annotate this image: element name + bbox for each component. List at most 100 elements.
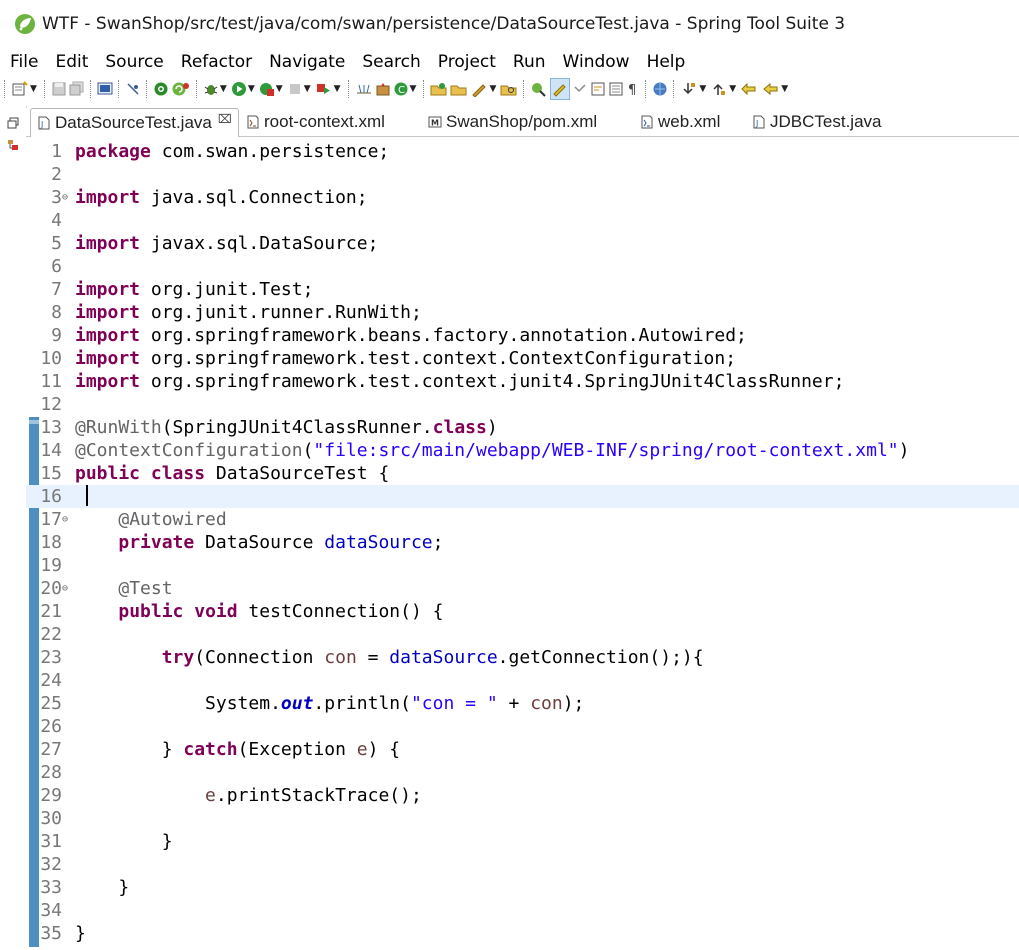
code-line[interactable]: 24 xyxy=(26,669,1019,692)
launch-dropdown-icon[interactable]: ▼ xyxy=(489,84,496,94)
code-line[interactable]: 1 package com.swan.persistence; xyxy=(26,140,1019,163)
code-line[interactable]: 31 } xyxy=(26,830,1019,853)
code-line[interactable]: 16 xyxy=(26,485,1019,508)
menu-window[interactable]: Window xyxy=(553,52,637,72)
back-dropdown-icon[interactable]: ▼ xyxy=(781,84,788,94)
fold-collapse-icon[interactable]: ⊖ xyxy=(62,186,68,209)
next-annotation-icon[interactable] xyxy=(680,79,698,99)
code-line[interactable]: 34 xyxy=(26,899,1019,922)
menu-source[interactable]: Source xyxy=(95,52,170,72)
code-line[interactable]: 3 ⊖ import java.sql.Connection; xyxy=(26,186,1019,209)
code-line[interactable]: 26 xyxy=(26,715,1019,738)
save-icon[interactable] xyxy=(51,79,67,99)
menu-refactor[interactable]: Refactor xyxy=(171,52,259,72)
restore-icon[interactable] xyxy=(7,114,19,129)
open-type-icon[interactable] xyxy=(430,79,448,99)
code-line[interactable]: 14 @ContextConfiguration("file:src/main/w… xyxy=(26,439,1019,462)
code-line[interactable]: 6 xyxy=(26,255,1019,278)
code-line[interactable]: 32 xyxy=(26,853,1019,876)
code-line[interactable]: 35} xyxy=(26,922,1019,945)
fold-collapse-icon[interactable]: ⊖ xyxy=(62,508,68,531)
debug-dropdown-icon[interactable]: ▼ xyxy=(220,84,227,94)
previous-annotation-dropdown-icon[interactable]: ▼ xyxy=(729,84,736,94)
toggle-word-wrap-icon[interactable] xyxy=(590,79,606,99)
run-dropdown-icon[interactable]: ▼ xyxy=(248,84,255,94)
code-line[interactable]: 10 import org.springframework.test.contex… xyxy=(26,347,1019,370)
menu-edit[interactable]: Edit xyxy=(45,52,95,72)
show-whitespace-icon[interactable]: ¶ xyxy=(626,79,640,99)
code-line[interactable]: 20 ⊖ @Test xyxy=(26,577,1019,600)
close-tab-icon[interactable]: ⌧ xyxy=(218,112,232,126)
relaunch-icon[interactable] xyxy=(171,79,191,99)
menu-file[interactable]: File xyxy=(0,52,45,72)
new-java-project-icon[interactable] xyxy=(355,79,373,99)
code-line[interactable]: 5 import javax.sql.DataSource; xyxy=(26,232,1019,255)
code-line[interactable]: 22 xyxy=(26,623,1019,646)
coverage-dropdown-icon[interactable]: ▼ xyxy=(276,84,283,94)
code-line[interactable]: 27 } catch(Exception e) { xyxy=(26,738,1019,761)
external-tools-icon[interactable] xyxy=(315,79,333,99)
menu-run[interactable]: Run xyxy=(503,52,553,72)
menu-project[interactable]: Project xyxy=(428,52,503,72)
menu-search[interactable]: Search xyxy=(352,52,427,72)
back-icon[interactable] xyxy=(762,79,780,99)
code-line[interactable]: 21 public void testConnection() { xyxy=(26,600,1019,623)
code-line[interactable]: 7 import org.junit.Test; xyxy=(26,278,1019,301)
new-dropdown-icon[interactable]: ▼ xyxy=(30,84,37,94)
code-line[interactable]: 17 ⊖ @Autowired xyxy=(26,508,1019,531)
line-number: 23 xyxy=(40,647,62,668)
code-line[interactable]: 15 public class DataSourceTest { xyxy=(26,462,1019,485)
skip-breakpoints-icon[interactable] xyxy=(125,79,141,99)
tab-root-context-xml[interactable]: root-context.xml xyxy=(246,108,385,136)
menu-navigate[interactable]: Navigate xyxy=(259,52,352,72)
previous-annotation-icon[interactable] xyxy=(710,79,728,99)
new-icon[interactable] xyxy=(11,79,29,99)
code-line[interactable]: 25 System.out.println("con = " + con); xyxy=(26,692,1019,715)
code-token: import xyxy=(75,279,141,300)
boot-dashboard-icon[interactable] xyxy=(153,79,169,99)
menu-help[interactable]: Help xyxy=(637,52,693,72)
open-folder-icon[interactable] xyxy=(450,79,468,99)
code-line[interactable]: 29 e.printStackTrace(); xyxy=(26,784,1019,807)
tab-jdbctest-java[interactable]: J JDBCTest.java xyxy=(752,108,881,136)
code-line[interactable]: 18 private DataSource dataSource; xyxy=(26,531,1019,554)
toggle-block-selection-icon[interactable] xyxy=(572,79,588,99)
code-line[interactable]: 28 xyxy=(26,761,1019,784)
code-line[interactable]: 23 try(Connection con = dataSource.getCo… xyxy=(26,646,1019,669)
java-source-editor[interactable]: 1 package com.swan.persistence; 2 3 ⊖ import … xyxy=(26,137,1019,950)
external-tools-dropdown-icon[interactable]: ▼ xyxy=(334,84,341,94)
web-browser-icon[interactable] xyxy=(652,79,668,99)
stop-dropdown-icon[interactable]: ▼ xyxy=(304,84,311,94)
code-line[interactable]: 11 import org.springframework.test.contex… xyxy=(26,370,1019,393)
toggle-breadcrumb-icon[interactable] xyxy=(608,79,624,99)
code-line[interactable]: 9 import org.springframework.beans.factor… xyxy=(26,324,1019,347)
new-class-dropdown-icon[interactable]: ▼ xyxy=(410,84,417,94)
new-class-icon[interactable]: C xyxy=(393,79,409,99)
code-line[interactable]: 13 @RunWith(SpringJUnit4ClassRunner.class… xyxy=(26,416,1019,439)
toggle-mark-occurrences-icon[interactable] xyxy=(550,78,571,100)
coverage-icon[interactable] xyxy=(259,79,275,99)
fold-collapse-icon[interactable]: ⊖ xyxy=(62,577,68,600)
code-line[interactable]: 8 import org.junit.runner.RunWith; xyxy=(26,301,1019,324)
code-line[interactable]: 12 xyxy=(26,393,1019,416)
debug-icon[interactable] xyxy=(203,79,219,99)
tab-swanshop-pom-xml[interactable]: M SwanShop/pom.xml xyxy=(428,108,597,136)
save-all-icon[interactable] xyxy=(69,79,85,99)
spring-search-icon[interactable] xyxy=(530,79,548,99)
tab-web-xml[interactable]: web.xml xyxy=(640,108,720,136)
search-folder-icon[interactable] xyxy=(500,79,518,99)
stop-icon[interactable] xyxy=(287,79,303,99)
open-console-icon[interactable] xyxy=(97,79,113,99)
code-line[interactable]: 4 xyxy=(26,209,1019,232)
code-line[interactable]: 19 xyxy=(26,554,1019,577)
next-annotation-dropdown-icon[interactable]: ▼ xyxy=(699,84,706,94)
run-icon[interactable] xyxy=(231,79,247,99)
launch-icon[interactable] xyxy=(470,79,488,99)
code-line[interactable]: 33 } xyxy=(26,876,1019,899)
last-edit-location-icon[interactable] xyxy=(740,79,760,99)
new-package-icon[interactable] xyxy=(375,79,391,99)
tab-datasourcetest-java[interactable]: J DataSourceTest.java ⌧ xyxy=(30,108,239,137)
code-line[interactable]: 30 xyxy=(26,807,1019,830)
code-line[interactable]: 2 xyxy=(26,163,1019,186)
package-explorer-icon[interactable] xyxy=(7,136,19,150)
